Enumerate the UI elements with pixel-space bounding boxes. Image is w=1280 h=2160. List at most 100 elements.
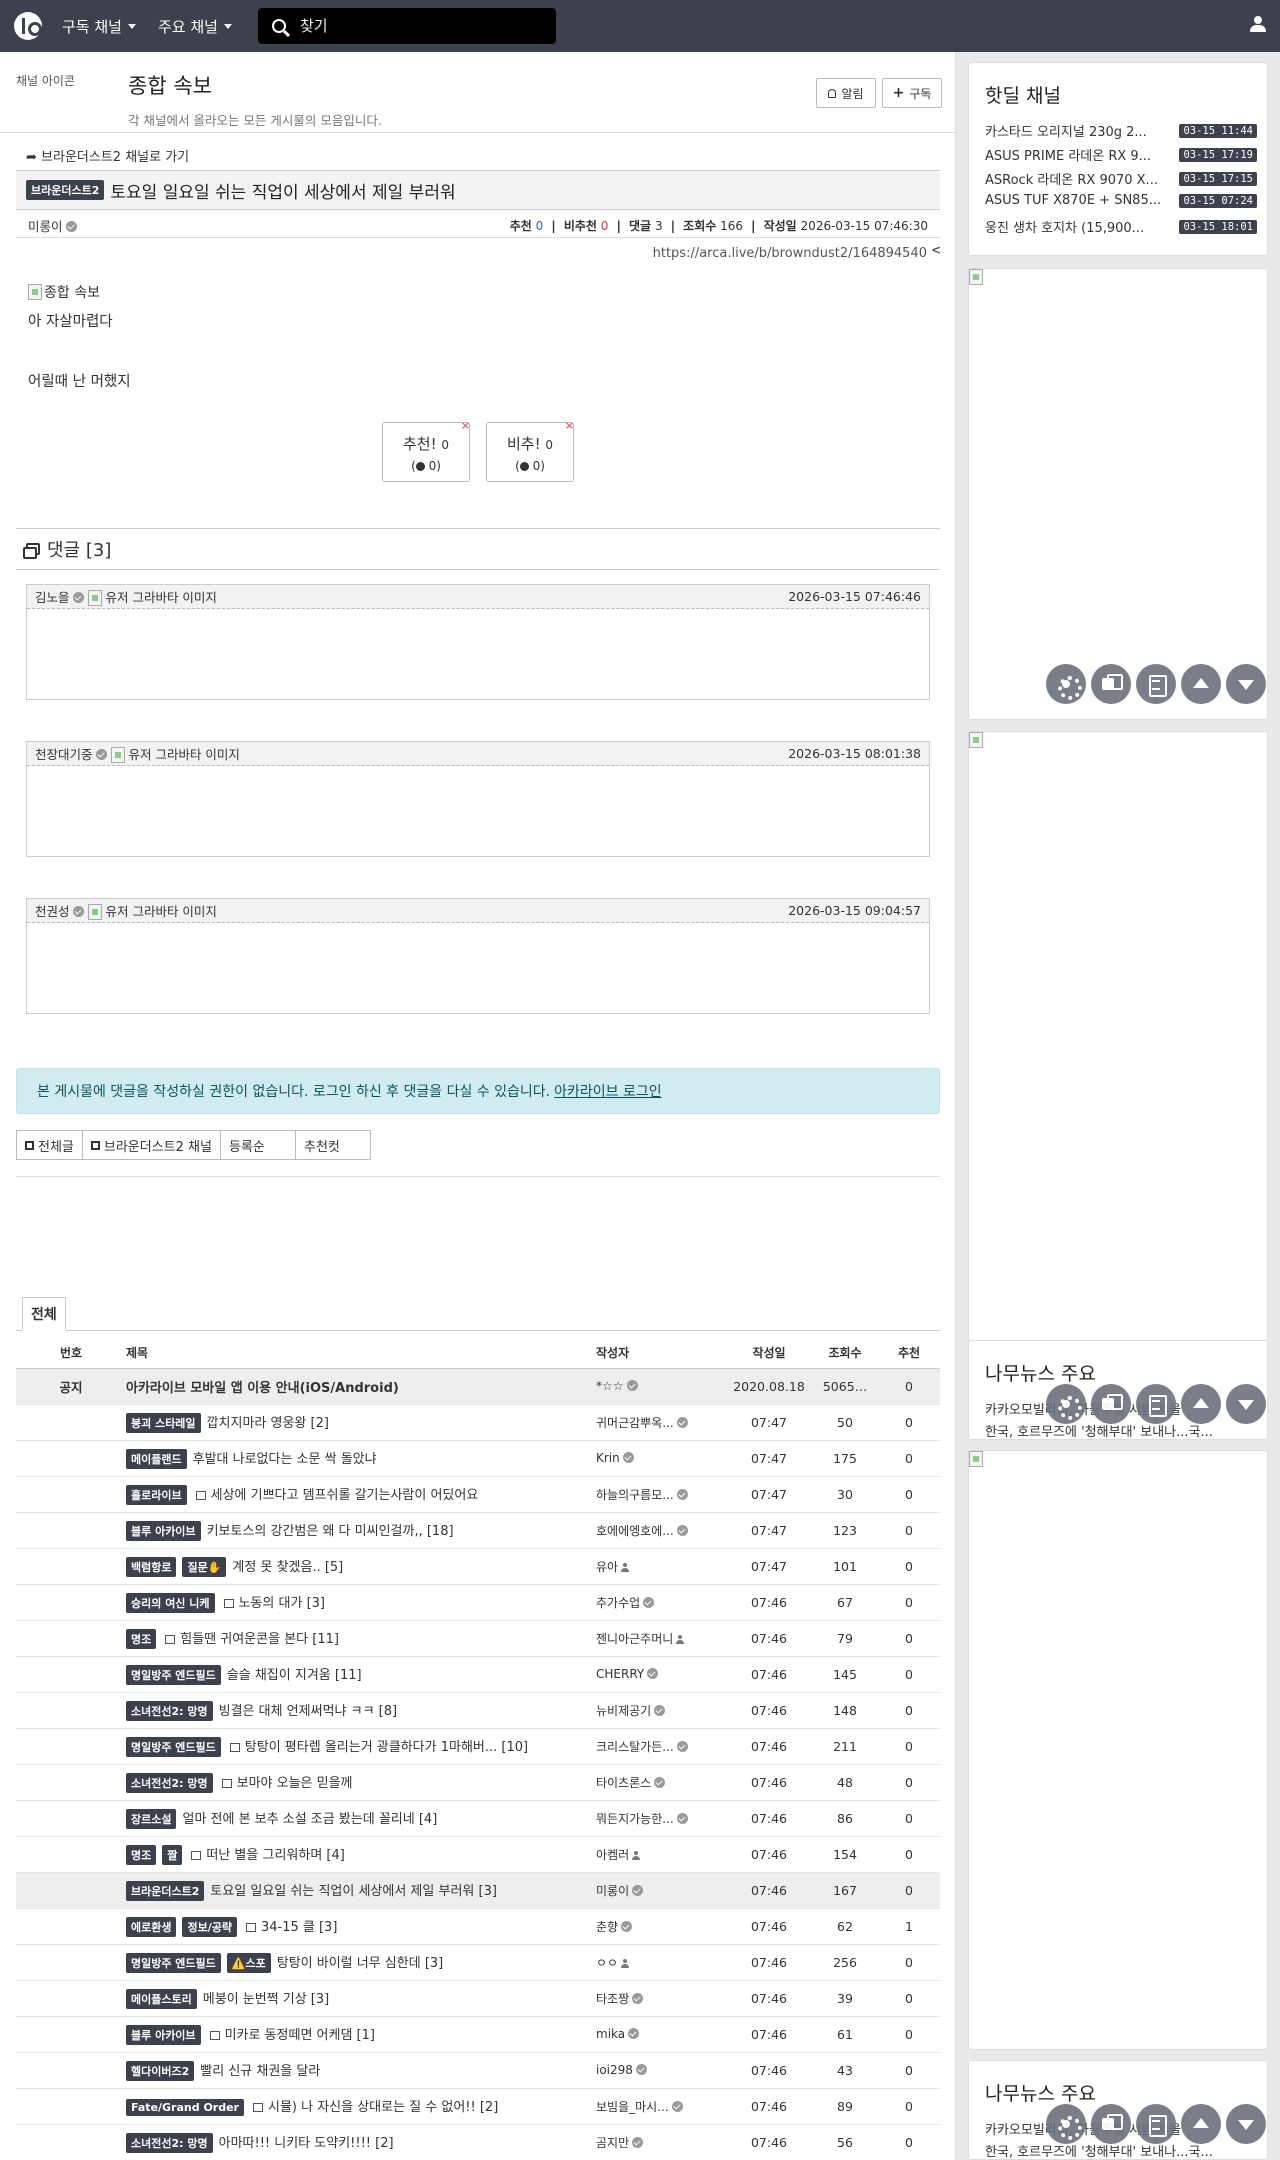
post-title[interactable]: 아마따!!! 니키타 도약키!!!! [2] <box>219 2136 394 2151</box>
post-title[interactable]: 토요일 일요일 쉬는 직업이 세상에서 제일 부러워 [3] <box>210 1884 497 1899</box>
channel-badge[interactable]: 홀로라이브 <box>126 1484 187 1505</box>
post-author[interactable]: 유아 <box>596 1560 618 1574</box>
category-tag[interactable]: 질문✋ <box>182 1556 227 1577</box>
post-title[interactable]: 깝치지마라 영웅왕 [2] <box>207 1416 329 1431</box>
share-icon[interactable] <box>931 243 941 257</box>
search-icon[interactable] <box>271 19 286 33</box>
post-author[interactable]: 타조짱 <box>596 1992 629 2006</box>
channel-badge[interactable]: 백럼항로 <box>126 1556 177 1577</box>
table-row[interactable]: 소녀전선2: 망명 보마야 오늘은 믿을께 타이츠론스 07:46 48 0 <box>16 1764 940 1801</box>
close-icon[interactable]: × <box>565 419 574 432</box>
post-author[interactable]: 곰지만 <box>596 2136 629 2150</box>
comment-author[interactable]: 천장대기중 <box>35 747 93 762</box>
post-title[interactable]: 시뮬) 나 자신을 상대로는 질 수 없어!! [2] <box>268 2100 498 2115</box>
hotdeal-item[interactable]: ASUS PRIME 라데온 RX 9... 03-15 17:19 <box>985 145 1257 164</box>
hotdeal-item[interactable]: ASRock 라데온 RX 9070 X... 03-15 17:15 <box>985 169 1257 188</box>
document-icon[interactable] <box>1136 2104 1176 2144</box>
post-author[interactable]: 타이츠론스 <box>596 1776 651 1790</box>
post-author[interactable]: 크리스탈가든... <box>596 1740 674 1754</box>
post-title[interactable]: 힘들땐 귀여운콘을 본다 [11] <box>180 1632 339 1647</box>
search-input[interactable] <box>299 17 530 35</box>
hotdeal-title[interactable]: 핫딜 채널 <box>985 81 1061 108</box>
hotdeal-item[interactable]: 카스타드 오리지널 230g 2... 03-15 11:44 <box>985 121 1257 140</box>
channel-badge[interactable]: 블루 아카이브 <box>126 2024 201 2045</box>
settings-gear-icon[interactable] <box>1046 664 1086 704</box>
post-title[interactable]: 빨리 신규 채권을 달라 <box>200 2064 320 2079</box>
post-title[interactable]: 얼마 전에 본 보추 소설 조금 봤는데 꼴리네 [4] <box>182 1812 437 1827</box>
post-title[interactable]: 노동의 대가 [3] <box>239 1596 325 1611</box>
post-author[interactable]: 미롱이 <box>596 1884 629 1898</box>
category-badge[interactable]: 브라운더스트2 <box>26 180 105 200</box>
channel-badge[interactable]: 메이플랜드 <box>126 1448 187 1469</box>
login-link[interactable]: 아카라이브 로그인 <box>554 1081 662 1101</box>
user-icon[interactable] <box>1250 16 1266 34</box>
table-row[interactable]: 소녀전선2: 망명 빙결은 대체 언제써먹냐 ㅋㅋ [8] 뉴비제공기 07:46 14… <box>16 1692 940 1729</box>
copy-icon[interactable] <box>1091 2104 1131 2144</box>
scroll-down-icon[interactable] <box>1226 1384 1266 1424</box>
table-row[interactable]: 메이플랜드 후발대 나로없다는 소문 싹 돌았냐 Krin 07:47 175 0 <box>16 1440 940 1477</box>
notice-title[interactable]: 아카라이브 모바일 앱 이용 안내(iOS/Android) <box>126 1368 596 1405</box>
comment-author[interactable]: 천권성 <box>35 904 70 919</box>
post-title[interactable]: 미카로 동정떼면 어케댐 [1] <box>225 2028 375 2043</box>
post-title[interactable]: 슬슬 채집이 지겨움 [11] <box>227 1668 362 1683</box>
post-author[interactable]: Krin <box>596 1451 620 1465</box>
channel-badge[interactable]: Fate/Grand Order <box>126 2099 244 2116</box>
hotdeal-item[interactable]: ASUS TUF X870E + SN85... 03-15 07:24 <box>985 193 1257 208</box>
post-author[interactable]: ioi298 <box>596 2063 633 2077</box>
table-row[interactable]: 소녀전선2: 망명 아마따!!! 니키타 도약키!!!! [2] 곰지만 07:46 5… <box>16 2124 940 2160</box>
post-title[interactable]: 빙결은 대체 언제써먹냐 ㅋㅋ [8] <box>219 1704 397 1719</box>
document-icon[interactable] <box>1136 664 1176 704</box>
copy-icon[interactable] <box>1091 1384 1131 1424</box>
table-row[interactable]: 블루 아카이브 키보토스의 강간범은 왜 다 미씨인걸까,, [18] 호에에엥호에… <box>16 1512 940 1549</box>
post-author[interactable]: 하늘의구름모... <box>596 1488 674 1502</box>
post-author[interactable]: 추가수업 <box>596 1596 640 1610</box>
subscribed-channels-menu[interactable]: 구독 채널 <box>62 16 136 37</box>
category-tag[interactable]: 정보/공략 <box>182 1916 237 1937</box>
scroll-up-icon[interactable] <box>1181 2104 1221 2144</box>
post-author[interactable]: mika <box>596 2027 625 2041</box>
channel-badge[interactable]: 메이플스토리 <box>126 1988 197 2009</box>
vote-up-button[interactable]: × 추천! 0 ( 0) <box>382 419 470 482</box>
notice-row[interactable]: 공지 아카라이브 모바일 앱 이용 안내(iOS/Android) *☆☆ 20… <box>16 1368 940 1405</box>
post-author[interactable]: 춘향 <box>596 1920 618 1934</box>
channel-badge[interactable]: 붕괴 스타레일 <box>126 1412 201 1433</box>
table-row[interactable]: 명조 짤 떠난 별을 그리워하며 [4] 아켐러 07:46 154 0 <box>16 1836 940 1873</box>
board-title[interactable]: 종합 속보 <box>128 70 212 100</box>
post-title[interactable]: 보마야 오늘은 믿을께 <box>237 1776 353 1791</box>
post-title[interactable]: 후발대 나로없다는 소문 싹 돌았냐 <box>193 1452 377 1467</box>
scroll-up-icon[interactable] <box>1181 1384 1221 1424</box>
close-icon[interactable]: × <box>461 419 470 432</box>
tab-order[interactable]: 등록순 <box>219 1130 296 1160</box>
channel-badge[interactable]: 명조 <box>126 1844 157 1865</box>
channel-badge[interactable]: 명일방주 엔드필드 <box>126 1736 221 1757</box>
channel-badge[interactable]: 명일방주 엔드필드 <box>126 1952 221 1973</box>
table-row[interactable]: 장르소설 얼마 전에 본 보추 소설 조금 봤는데 꼴리네 [4] 뭐든지가능한..… <box>16 1800 940 1837</box>
table-row[interactable]: 백럼항로 질문✋ 계정 못 찾겠음.. [5] 유아 07:47 101 0 <box>16 1548 940 1585</box>
channel-badge[interactable]: 명일방주 엔드필드 <box>126 1664 221 1685</box>
news-title[interactable]: 나무뉴스 주요 <box>985 2079 1096 2106</box>
news-title[interactable]: 나무뉴스 주요 <box>985 1359 1096 1386</box>
article-author[interactable]: 미롱이 <box>28 216 502 235</box>
channel-badge[interactable]: 소녀전선2: 망명 <box>126 1700 213 1721</box>
post-title[interactable]: 탕탕이 평타렙 올리는거 광클하다가 1마해버... [10] <box>245 1740 528 1755</box>
table-row[interactable]: 명일방주 엔드필드 슬슬 채집이 지겨움 [11] CHERRY 07:46 145 0 <box>16 1656 940 1693</box>
post-author[interactable]: 귀머근감뿌옥... <box>596 1416 674 1430</box>
table-row[interactable]: 에로환생 정보/공략 34-15 클 [3] 춘향 07:46 62 1 <box>16 1908 940 1945</box>
channel-badge[interactable]: 소녀전선2: 망명 <box>126 1772 213 1793</box>
tab-all[interactable]: 전체 <box>22 1297 66 1331</box>
post-author[interactable]: 아켐러 <box>596 1848 629 1862</box>
table-row[interactable]: 명일방주 엔드필드 ⚠️스포 탕탕이 바이럴 너무 심한데 [3] ㅇㅇ 07:46 25… <box>16 1944 940 1981</box>
arca-logo-icon[interactable] <box>14 12 42 40</box>
subscribe-button[interactable]: + 구독 <box>882 78 942 108</box>
channel-badge[interactable]: 헬다이버즈2 <box>126 2060 195 2081</box>
tab-all-posts[interactable]: 전체글 <box>16 1130 83 1160</box>
table-row[interactable]: 블루 아카이브 미카로 동정떼면 어케댐 [1] mika 07:46 61 0 <box>16 2016 940 2053</box>
scroll-down-icon[interactable] <box>1226 2104 1266 2144</box>
channel-badge[interactable]: 블루 아카이브 <box>126 1520 201 1541</box>
channel-badge[interactable]: 명조 <box>126 1628 157 1649</box>
post-author[interactable]: 뉴비제공기 <box>596 1704 651 1718</box>
hotdeal-item[interactable]: 웅진 생차 호지차 (15,900... 03-15 18:01 <box>985 217 1257 236</box>
channel-badge[interactable]: 장르소설 <box>126 1808 177 1829</box>
channel-badge[interactable]: 승리의 여신 니케 <box>126 1592 215 1613</box>
document-icon[interactable] <box>1136 1384 1176 1424</box>
